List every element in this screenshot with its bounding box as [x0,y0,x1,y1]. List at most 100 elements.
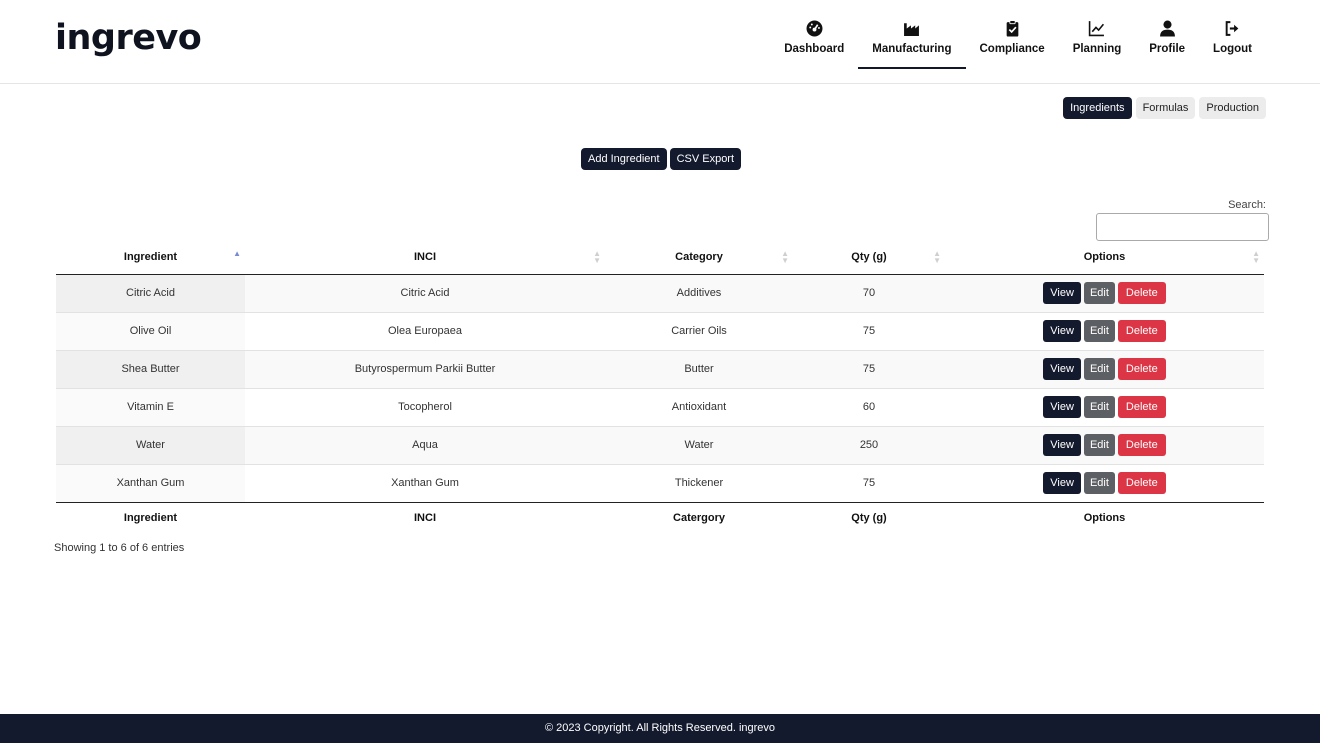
nav-dashboard[interactable]: Dashboard [770,18,858,69]
cell-qty: 75 [793,350,945,389]
delete-button[interactable]: Delete [1117,320,1166,342]
delete-button[interactable]: Delete [1117,358,1166,380]
table-row: Citric Acid Citric Acid Additives 70 View Edi… [56,274,1264,313]
row-options: View Edit Delete [1043,282,1166,304]
nav-manufacturing[interactable]: Manufacturing [858,18,966,69]
table-row: Xanthan Gum Xanthan Gum Thickener 75 View Edi… [56,464,1264,502]
view-button[interactable]: View [1043,472,1081,494]
nav-profile-label: Profile [1149,43,1186,55]
column-header-ingredient[interactable]: Ingredient ▲ [56,241,245,275]
cell-category: Additives [605,274,793,313]
delete-button[interactable]: Delete [1117,434,1166,456]
sort-icon: ▲ ▼ [1252,249,1260,265]
top-header: ingrevo Dashboard Manufacturing Complian… [0,0,1320,84]
nav-compliance-label: Compliance [979,43,1045,55]
tab-ingredients[interactable]: Ingredients [1063,97,1132,119]
cell-qty: 75 [793,312,945,351]
column-header-category[interactable]: Category ▲ ▼ [605,241,793,275]
copyright-text: © 2023 Copyright. All Rights Reserved. i… [544,722,776,734]
search-input[interactable] [1096,213,1269,241]
sort-icon: ▲ ▼ [593,249,601,265]
tab-formulas[interactable]: Formulas [1135,97,1196,119]
table-row: Shea Butter Butyrospermum Parkii Butter Bu… [56,350,1264,389]
table-row: Olive Oil Olea Europaea Carrier Oils 75 View… [56,312,1264,351]
row-options: View Edit Delete [1043,434,1166,456]
cell-category: Carrier Oils [605,312,793,351]
cell-category: Antioxidant [605,388,793,427]
cell-inci: Xanthan Gum [391,477,459,489]
cell-options: View Edit Delete [945,312,1264,351]
sort-icon: ▲ ▼ [781,249,789,265]
column-footer-inci: INCI [245,501,605,534]
column-header-label: Qty (g) [851,251,887,264]
csv-export-button[interactable]: CSV Export [669,148,742,170]
tab-production[interactable]: Production [1199,97,1266,119]
delete-button[interactable]: Delete [1117,396,1166,418]
row-options: View Edit Delete [1043,396,1166,418]
column-footer-qty: Qty (g) [793,501,945,534]
edit-button[interactable]: Edit [1083,282,1115,304]
nav-planning-label: Planning [1072,43,1122,55]
nav-manufacturing-label: Manufacturing [872,43,952,55]
column-header-inci[interactable]: INCI ▲ ▼ [245,241,605,275]
cell-qty: 70 [793,274,945,313]
table-row: Vitamin E Tocopherol Antioxidant 60 View Edit… [56,388,1264,427]
column-header-label: INCI [414,251,436,264]
cell-qty: 75 [862,477,876,489]
column-footer-ingredient: Ingredient [56,501,245,534]
ingredients-table: Ingredient ▲ INCI ▲ ▼ Category ▲ ▼ Qty (g) ▲ ▼ … [56,241,1264,534]
edit-button[interactable]: Edit [1083,358,1115,380]
table-row: Water Aqua Water 250 View Edit Delete [56,426,1264,465]
row-options: View Edit Delete [1043,320,1166,342]
add-ingredient-button[interactable]: Add Ingredient [581,148,667,170]
nav-compliance[interactable]: Compliance [966,18,1059,69]
cell-ingredient: Xanthan Gum [56,464,245,502]
dashboard-gauge-icon [806,20,823,37]
cell-inci: Olea Europaea [245,312,605,351]
column-footer-options: Options [945,501,1264,534]
user-icon [1159,20,1175,37]
cell-inci: Tocopherol [245,388,605,427]
nav-profile[interactable]: Profile [1135,18,1199,69]
line-chart-icon [1089,21,1105,37]
main-nav: Dashboard Manufacturing Compliance Plann… [770,18,1266,69]
cell-ingredient: Citric Acid [56,274,245,313]
table-actions: Add Ingredient CSV Export [581,148,742,170]
view-button[interactable]: View [1043,320,1081,342]
table-body: Citric Acid Citric Acid Additives 70 View Edi… [56,274,1264,502]
cell-category: Water [605,426,793,465]
table-info: Showing 1 to 6 of 6 entries [54,542,185,554]
column-header-options[interactable]: Options ▲ ▼ [945,241,1264,275]
row-options: View Edit Delete [1043,472,1166,494]
page-footer: © 2023 Copyright. All Rights Reserved. i… [0,714,1320,743]
cell-ingredient: Vitamin E [56,388,245,427]
delete-button[interactable]: Delete [1117,472,1166,494]
cell-category: Thickener [674,477,724,489]
column-header-label: Ingredient [123,251,178,264]
nav-dashboard-label: Dashboard [784,43,845,55]
column-header-qty[interactable]: Qty (g) ▲ ▼ [793,241,945,275]
edit-button[interactable]: Edit [1083,434,1115,456]
cell-inci: Aqua [245,426,605,465]
nav-planning[interactable]: Planning [1059,18,1136,69]
view-button[interactable]: View [1043,434,1081,456]
view-button[interactable]: View [1043,282,1081,304]
cell-ingredient: Water [56,426,245,465]
cell-inci: Butyrospermum Parkii Butter [245,350,605,389]
cell-inci: Citric Acid [245,274,605,313]
cell-options: View Edit Delete [945,464,1264,502]
nav-logout[interactable]: Logout [1199,18,1266,69]
delete-button[interactable]: Delete [1117,282,1166,304]
view-button[interactable]: View [1043,396,1081,418]
cell-options: View Edit Delete [945,426,1264,465]
brand-logo[interactable]: ingrevo [55,18,202,58]
edit-button[interactable]: Edit [1083,320,1115,342]
section-tabs: Ingredients Formulas Production [1063,97,1266,119]
view-button[interactable]: View [1043,358,1081,380]
sort-ascending-icon: ▲ [233,249,241,258]
cell-category: Butter [605,350,793,389]
edit-button[interactable]: Edit [1083,396,1115,418]
factory-icon [904,23,920,36]
edit-button[interactable]: Edit [1083,472,1115,494]
column-header-label: Options [1083,251,1126,264]
